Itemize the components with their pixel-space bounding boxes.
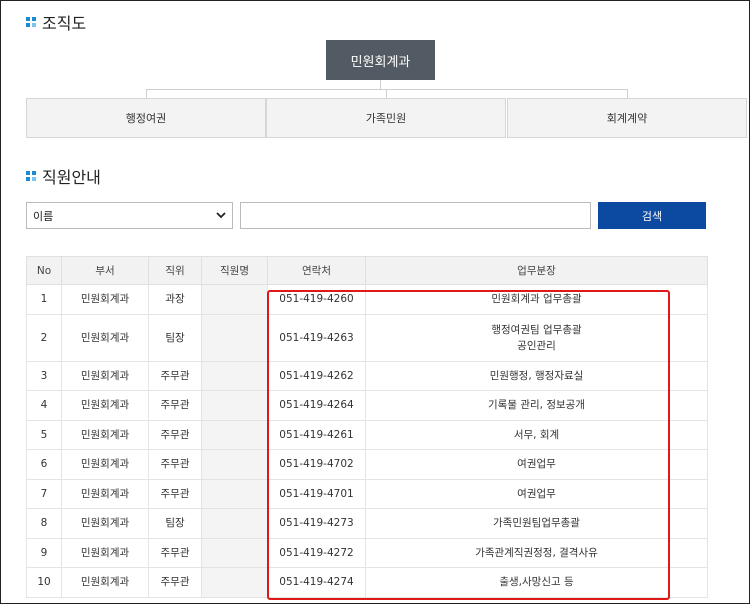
org-connector [386, 89, 387, 98]
cell-no: 4 [26, 390, 62, 421]
cell-duty: 민원행정, 행정자료실 [365, 360, 708, 391]
cell-phone: 051-419-4701 [267, 478, 366, 509]
cell-position: 주무관 [148, 567, 202, 598]
cell-no: 1 [26, 284, 62, 315]
cell-duty: 가족민원팀업무총괄 [365, 508, 708, 539]
cell-duty: 서무, 회계 [365, 419, 708, 450]
cell-dept: 민원회계과 [61, 478, 149, 509]
cell-name [201, 478, 268, 509]
cell-dept: 민원회계과 [61, 567, 149, 598]
cell-duty: 기록물 관리, 정보공개 [365, 390, 708, 421]
cell-duty: 여권업무 [365, 478, 708, 509]
cell-phone: 051-419-4260 [267, 284, 366, 315]
cell-name [201, 508, 268, 539]
cell-name [201, 419, 268, 450]
table-row: 4 민원회계과 주무관 051-419-4264 기록물 관리, 정보공개 [26, 390, 708, 421]
cell-no: 7 [26, 478, 62, 509]
cell-position: 주무관 [148, 390, 202, 421]
cell-duty: 행정여권팀 업무총괄 공인관리 [365, 313, 708, 362]
cell-duty: 여권업무 [365, 449, 708, 480]
cell-name [201, 313, 268, 362]
cell-no: 10 [26, 567, 62, 598]
cell-dept: 민원회계과 [61, 508, 149, 539]
org-node-family-civil[interactable]: 가족민원 [266, 98, 506, 138]
cell-phone: 051-419-4273 [267, 508, 366, 539]
staff-title-text: 직원안내 [42, 168, 101, 187]
cell-name [201, 449, 268, 480]
table-row: 10 민원회계과 주무관 051-419-4274 출생,사망신고 등 [26, 567, 708, 598]
cell-no: 6 [26, 449, 62, 480]
cell-dept: 민원회계과 [61, 537, 149, 568]
cell-phone: 051-419-4272 [267, 537, 366, 568]
table-row: 7 민원회계과 주무관 051-419-4701 여권업무 [26, 478, 708, 509]
cell-no: 5 [26, 419, 62, 450]
cell-phone: 051-419-4261 [267, 419, 366, 450]
cell-name [201, 537, 268, 568]
cell-phone: 051-419-4262 [267, 360, 366, 391]
cell-position: 주무관 [148, 360, 202, 391]
cell-phone: 051-419-4263 [267, 313, 366, 362]
table-row: 6 민원회계과 주무관 051-419-4702 여권업무 [26, 449, 708, 480]
cell-position: 팀장 [148, 313, 202, 362]
cell-dept: 민원회계과 [61, 313, 149, 362]
search-input[interactable] [240, 202, 591, 229]
cell-position: 주무관 [148, 449, 202, 480]
cell-duty: 민원회계과 업무총괄 [365, 284, 708, 315]
cell-name [201, 284, 268, 315]
org-connector [627, 89, 628, 98]
search-type-select[interactable]: 이름 [26, 202, 233, 229]
cell-dept: 민원회계과 [61, 449, 149, 480]
cell-no: 9 [26, 537, 62, 568]
cell-name [201, 360, 268, 391]
cell-no: 8 [26, 508, 62, 539]
col-header-duty: 업무분장 [365, 256, 708, 285]
table-row: 3 민원회계과 주무관 051-419-4262 민원행정, 행정자료실 [26, 360, 708, 391]
org-connector [146, 89, 147, 98]
cell-dept: 민원회계과 [61, 284, 149, 315]
cell-phone: 051-419-4264 [267, 390, 366, 421]
cell-dept: 민원회계과 [61, 419, 149, 450]
cell-name [201, 390, 268, 421]
section-bullet-icon [26, 17, 36, 27]
staff-table: No 부서 직위 직원명 연락처 업무분장 1 민원회계과 과장 051-419-42… [26, 256, 708, 598]
cell-name [201, 567, 268, 598]
chevron-down-icon [216, 212, 226, 219]
cell-duty: 가족관계직권정정, 결격사유 [365, 537, 708, 568]
col-header-no: No [26, 256, 62, 285]
section-bullet-icon [26, 171, 36, 181]
cell-position: 주무관 [148, 419, 202, 450]
col-header-phone: 연락처 [267, 256, 366, 285]
cell-phone: 051-419-4702 [267, 449, 366, 480]
cell-dept: 민원회계과 [61, 360, 149, 391]
cell-duty: 출생,사망신고 등 [365, 567, 708, 598]
org-section-title: 조직도 [26, 10, 86, 34]
org-root-node[interactable]: 민원회계과 [326, 40, 435, 80]
cell-position: 주무관 [148, 478, 202, 509]
org-title-text: 조직도 [42, 14, 87, 33]
table-row: 5 민원회계과 주무관 051-419-4261 서무, 회계 [26, 419, 708, 450]
table-row: 1 민원회계과 과장 051-419-4260 민원회계과 업무총괄 [26, 284, 708, 315]
search-type-value: 이름 [33, 209, 54, 223]
table-header-row: No 부서 직위 직원명 연락처 업무분장 [26, 256, 708, 285]
staff-table-body: 1 민원회계과 과장 051-419-4260 민원회계과 업무총괄 2 민원회계과 팀장 05… [26, 284, 708, 598]
search-button[interactable]: 검색 [598, 202, 706, 229]
cell-dept: 민원회계과 [61, 390, 149, 421]
col-header-dept: 부서 [61, 256, 149, 285]
cell-position: 과장 [148, 284, 202, 315]
org-node-accounting-contract[interactable]: 회계계약 [507, 98, 747, 138]
cell-position: 팀장 [148, 508, 202, 539]
staff-section-title: 직원안내 [26, 164, 101, 188]
table-row: 9 민원회계과 주무관 051-419-4272 가족관계직권정정, 결격사유 [26, 537, 708, 568]
table-row: 8 민원회계과 팀장 051-419-4273 가족민원팀업무총괄 [26, 508, 708, 539]
cell-phone: 051-419-4274 [267, 567, 366, 598]
cell-no: 3 [26, 360, 62, 391]
org-node-admin-passport[interactable]: 행정여권 [26, 98, 266, 138]
cell-no: 2 [26, 313, 62, 362]
table-row: 2 민원회계과 팀장 051-419-4263 행정여권팀 업무총괄 공인관리 [26, 313, 708, 362]
col-header-name: 직원명 [201, 256, 268, 285]
org-connector [146, 89, 628, 90]
org-connector [380, 80, 381, 89]
cell-position: 주무관 [148, 537, 202, 568]
col-header-position: 직위 [148, 256, 202, 285]
